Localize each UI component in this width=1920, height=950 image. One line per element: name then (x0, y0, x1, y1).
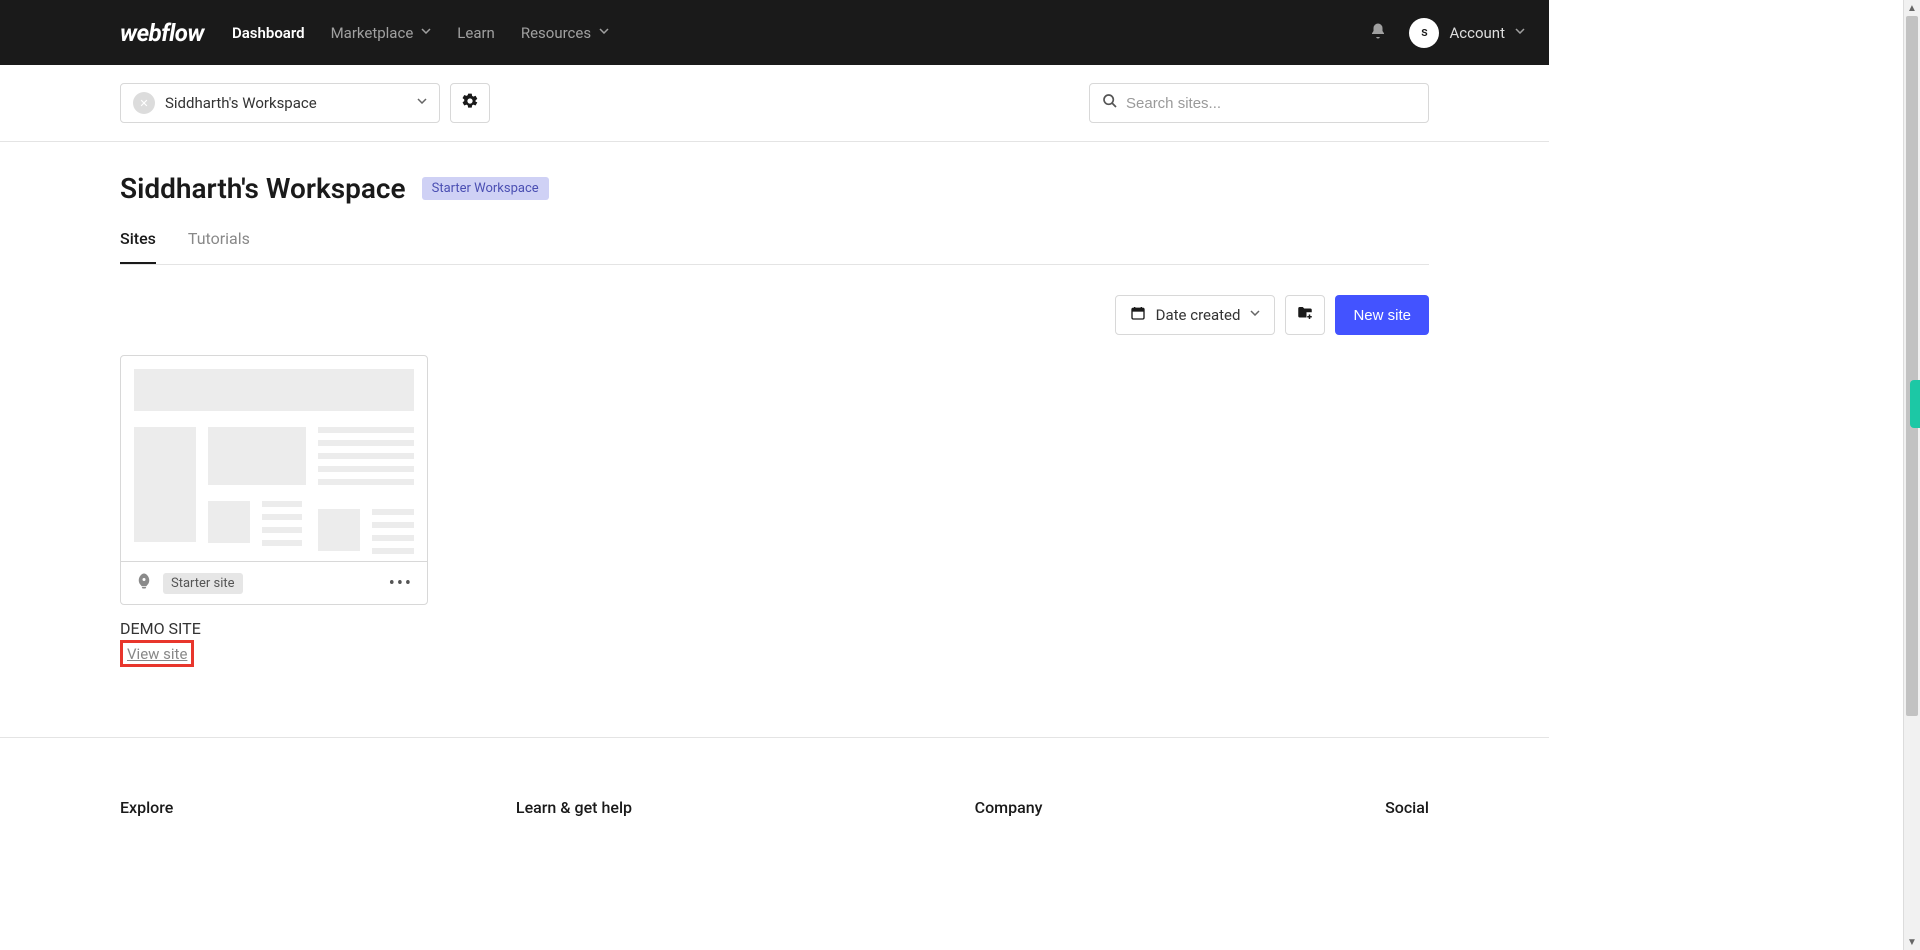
footer-col-explore: Explore (120, 798, 173, 817)
workspace-selector[interactable]: Siddharth's Workspace (120, 83, 440, 123)
scroll-up-icon[interactable]: ▲ (1904, 0, 1920, 16)
page-title: Siddharth's Workspace (120, 172, 406, 205)
nav-resources-label: Resources (521, 24, 591, 42)
workspace-selector-label: Siddharth's Workspace (165, 94, 407, 112)
tabs: Sites Tutorials (120, 229, 1429, 265)
footer-col-company: Company (975, 798, 1043, 817)
thumbnail-preview (121, 356, 427, 561)
avatar: s (1409, 18, 1439, 48)
sort-button[interactable]: Date created (1115, 295, 1276, 335)
sites-toolbar: Date created New site (120, 295, 1429, 335)
tab-tutorials[interactable]: Tutorials (188, 229, 250, 264)
chevron-down-icon (599, 28, 609, 38)
workspace-bar: Siddharth's Workspace (0, 65, 1549, 142)
nav-dashboard[interactable]: Dashboard (232, 24, 305, 42)
search-input[interactable] (1126, 95, 1416, 112)
search-box[interactable] (1089, 83, 1429, 123)
site-card: Starter site ••• DEMO SITE View site (120, 355, 428, 667)
footer-col-learn: Learn & get help (516, 798, 632, 817)
gear-icon (461, 92, 479, 114)
main: Siddharth's Workspace Starter Workspace … (0, 142, 1549, 707)
tab-sites[interactable]: Sites (120, 229, 156, 264)
search-icon (1102, 93, 1118, 113)
notifications-icon[interactable] (1369, 22, 1387, 44)
highlight-box: View site (120, 640, 194, 667)
footer: Explore Learn & get help Company Social (0, 737, 1549, 837)
folder-plus-icon (1296, 304, 1314, 326)
scrollbar-thumb[interactable] (1906, 16, 1918, 716)
new-folder-button[interactable] (1285, 295, 1325, 335)
thumbnail-footer: Starter site ••• (121, 561, 427, 604)
logo[interactable]: webflow (120, 19, 204, 47)
new-site-button[interactable]: New site (1335, 295, 1429, 335)
sort-label: Date created (1156, 306, 1241, 324)
nav-resources[interactable]: Resources (521, 24, 609, 42)
account-menu[interactable]: s Account (1409, 18, 1525, 48)
chevron-down-icon (421, 28, 431, 38)
footer-col-social: Social (1385, 798, 1429, 817)
site-name: DEMO SITE (120, 619, 428, 638)
chevron-down-icon (1250, 310, 1260, 320)
site-more-menu[interactable]: ••• (389, 573, 413, 594)
site-grid: Starter site ••• DEMO SITE View site (120, 355, 1429, 667)
scroll-down-icon[interactable]: ▼ (1904, 934, 1920, 950)
chevron-down-icon (417, 98, 427, 108)
site-plan-badge: Starter site (163, 573, 243, 594)
nav-marketplace-label: Marketplace (331, 24, 414, 42)
top-nav: webflow Dashboard Marketplace Learn Reso… (0, 0, 1549, 65)
feedback-tab[interactable] (1910, 380, 1920, 428)
calendar-icon (1130, 305, 1146, 325)
scrollbar[interactable]: ▲ ▼ (1903, 0, 1920, 950)
workspace-plan-badge: Starter Workspace (422, 177, 549, 200)
chevron-down-icon (1515, 28, 1525, 38)
workspace-settings-button[interactable] (450, 83, 490, 123)
account-label: Account (1449, 24, 1505, 42)
view-site-link[interactable]: View site (127, 645, 187, 663)
workspace-icon (133, 92, 155, 114)
rocket-icon (135, 572, 153, 594)
nav-marketplace[interactable]: Marketplace (331, 24, 432, 42)
site-thumbnail[interactable]: Starter site ••• (120, 355, 428, 605)
nav-right: s Account (1369, 18, 1525, 48)
nav-links: Dashboard Marketplace Learn Resources (232, 24, 609, 42)
nav-learn[interactable]: Learn (457, 24, 495, 42)
